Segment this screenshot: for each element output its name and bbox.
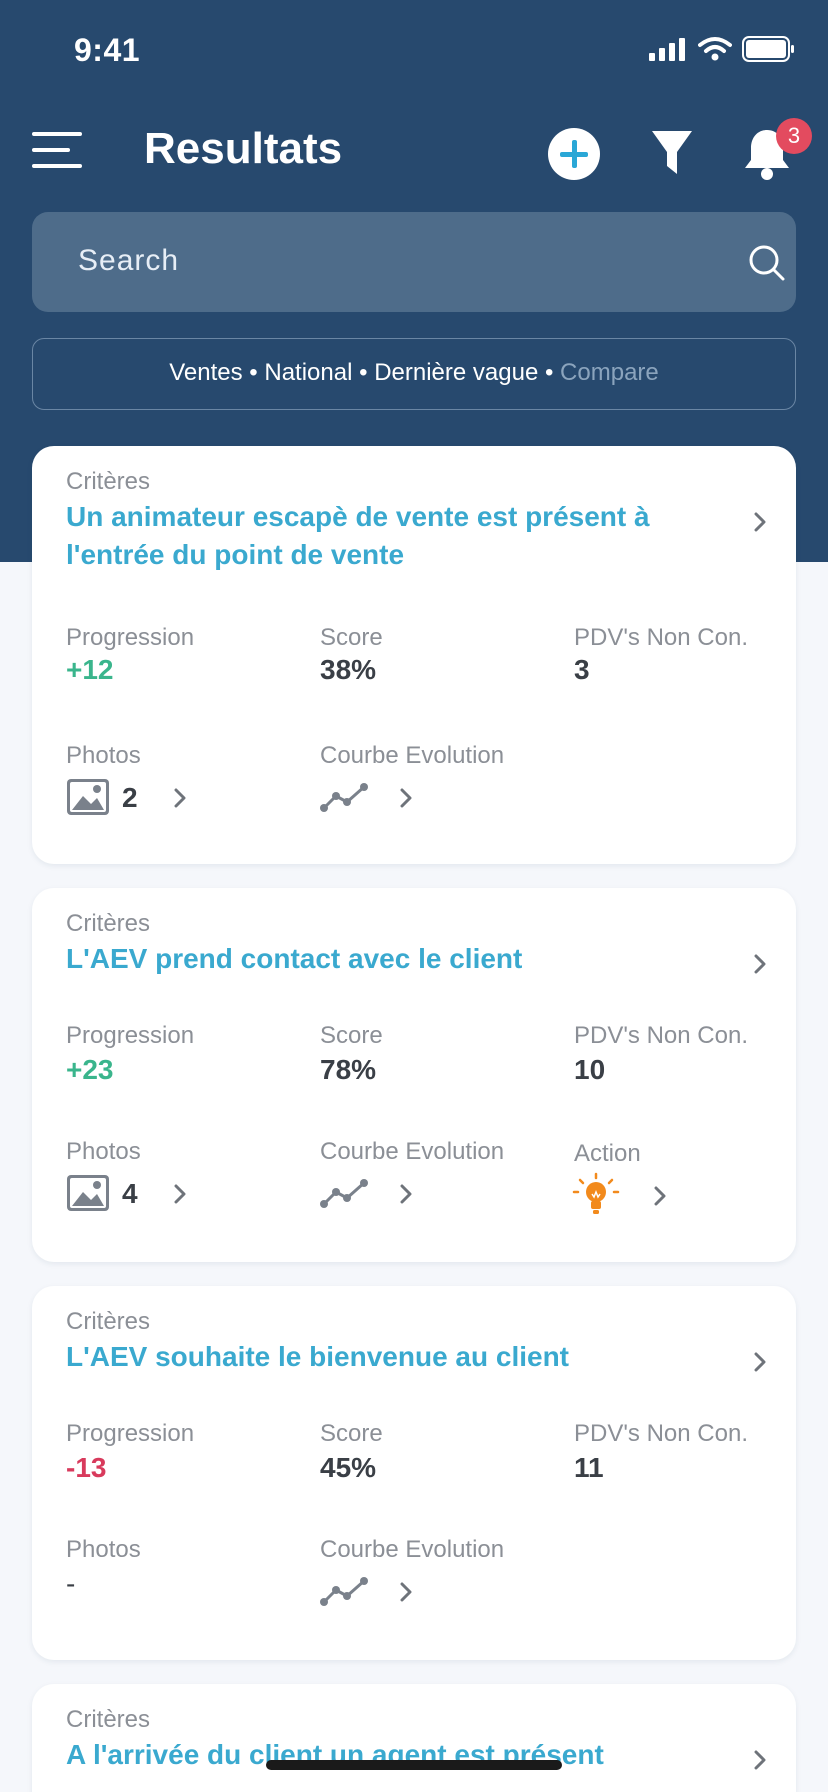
hamburger-icon[interactable] xyxy=(32,130,82,170)
score-label: Score xyxy=(320,1022,383,1049)
pdv-value: 10 xyxy=(574,1054,606,1085)
criteria-title[interactable]: L'AEV prend contact avec le client xyxy=(66,940,706,978)
photos-count: 2 xyxy=(122,782,138,813)
action-label: Action xyxy=(574,1140,641,1167)
chevron-right-icon[interactable] xyxy=(396,1184,416,1204)
notification-badge: 3 xyxy=(776,118,812,154)
photos-label: Photos xyxy=(66,1536,141,1563)
chevron-right-icon[interactable] xyxy=(396,1582,416,1602)
criteria-label: Critères xyxy=(66,910,151,937)
chevron-right-icon[interactable] xyxy=(650,1186,670,1206)
pdv-value: 3 xyxy=(574,654,590,685)
search-icon[interactable] xyxy=(748,244,786,282)
compare-link[interactable]: Compare xyxy=(560,359,659,386)
filter-separator: • xyxy=(359,359,368,386)
chevron-right-icon[interactable] xyxy=(750,1352,770,1372)
page-title: Resultats xyxy=(144,124,343,173)
line-chart-icon[interactable] xyxy=(320,1576,370,1606)
pdv-label: PDV's Non Con. xyxy=(574,1022,748,1049)
criteria-title-line: l'entrée du point de vente xyxy=(66,539,405,570)
signal-icon xyxy=(649,38,685,61)
filter-summary-chip[interactable]: Ventes • National • Dernière vague • Com… xyxy=(32,338,796,410)
criteria-title[interactable]: L'AEV souhaite le bienvenue au client xyxy=(66,1338,706,1376)
courbe-label: Courbe Evolution xyxy=(320,1536,505,1563)
plus-circle-icon[interactable] xyxy=(548,128,600,180)
lightbulb-icon[interactable] xyxy=(572,1172,620,1220)
top-bar: Resultats xyxy=(0,118,828,188)
progression-label: Progression xyxy=(66,1420,195,1447)
pdv-label: PDV's Non Con. xyxy=(574,1420,748,1447)
search-input[interactable] xyxy=(78,238,698,284)
line-chart-icon[interactable] xyxy=(320,782,370,812)
status-time: 9:41 xyxy=(74,32,141,68)
criteria-card[interactable]: Critères L'AEV souhaite le bienvenue au … xyxy=(32,1286,796,1660)
filter-item-national[interactable]: National xyxy=(264,359,352,386)
score-label: Score xyxy=(320,1420,383,1447)
criteria-label: Critères xyxy=(66,1706,151,1733)
score-value: 45% xyxy=(320,1452,377,1483)
wifi-icon xyxy=(698,37,732,61)
filter-item-ventes[interactable]: Ventes xyxy=(169,359,242,386)
score-value: 38% xyxy=(320,654,377,685)
pdv-value: 11 xyxy=(574,1452,604,1483)
progression-label: Progression xyxy=(66,624,195,651)
home-indicator xyxy=(266,1760,562,1770)
chevron-right-icon[interactable] xyxy=(170,1184,190,1204)
battery-icon xyxy=(742,36,794,62)
criteria-card[interactable]: Critères L'AEV prend contact avec le cli… xyxy=(32,888,796,1262)
chevron-right-icon[interactable] xyxy=(396,788,416,808)
criteria-card[interactable]: Critères Un animateur escapè de vente es… xyxy=(32,446,796,864)
chevron-right-icon[interactable] xyxy=(750,1750,770,1770)
filter-separator: • xyxy=(544,359,554,386)
criteria-label: Critères xyxy=(66,468,151,495)
funnel-icon[interactable] xyxy=(650,128,694,178)
criteria-card[interactable]: Critères A l'arrivée du client un agent … xyxy=(32,1684,796,1792)
criteria-title-line: Un animateur escapè de vente est présent… xyxy=(66,501,650,532)
chevron-right-icon[interactable] xyxy=(750,954,770,974)
chevron-right-icon[interactable] xyxy=(750,512,770,532)
photos-count: 4 xyxy=(122,1178,138,1209)
progression-value: +23 xyxy=(66,1054,114,1085)
image-icon[interactable] xyxy=(66,1174,110,1212)
line-chart-icon[interactable] xyxy=(320,1178,370,1208)
chevron-right-icon[interactable] xyxy=(170,788,190,808)
progression-label: Progression xyxy=(66,1022,195,1049)
photos-label: Photos xyxy=(66,742,141,769)
progression-value: -13 xyxy=(66,1452,107,1483)
criteria-title[interactable]: Un animateur escapè de vente est présent… xyxy=(66,498,706,574)
status-bar: 9:41 xyxy=(0,0,828,100)
score-value: 78% xyxy=(320,1054,377,1085)
score-label: Score xyxy=(320,624,383,651)
filter-separator: • xyxy=(249,359,258,386)
status-icons xyxy=(648,36,796,62)
courbe-label: Courbe Evolution xyxy=(320,1138,505,1165)
progression-value: +12 xyxy=(66,654,114,685)
pdv-label: PDV's Non Con. xyxy=(574,624,748,651)
photos-count: - xyxy=(66,1568,76,1599)
image-icon[interactable] xyxy=(66,778,110,816)
courbe-label: Courbe Evolution xyxy=(320,742,505,769)
search-bar[interactable] xyxy=(32,212,796,312)
photos-label: Photos xyxy=(66,1138,141,1165)
filter-item-vague[interactable]: Dernière vague xyxy=(374,359,538,386)
criteria-label: Critères xyxy=(66,1308,151,1335)
